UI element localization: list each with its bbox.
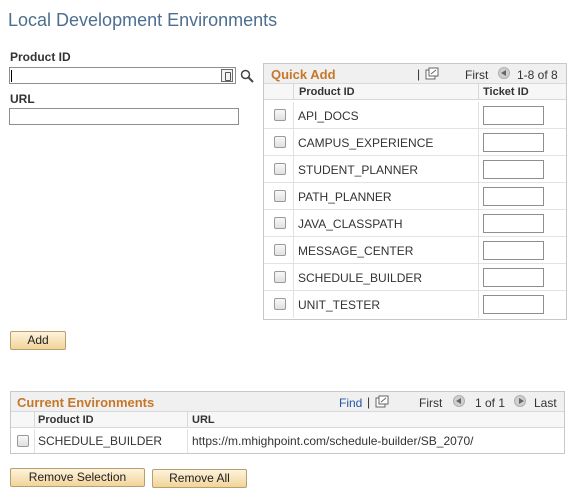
column-divider <box>34 429 35 453</box>
url-cell: https://m.mhighpoint.com/schedule-builde… <box>192 434 474 448</box>
product-id-cell: CAMPUS_EXPERIENCE <box>298 136 434 150</box>
ticket-id-input[interactable] <box>483 295 544 314</box>
table-row: API_DOCS <box>264 102 566 129</box>
column-divider <box>293 210 294 236</box>
url-label: URL <box>10 92 35 106</box>
product-id-cell: JAVA_CLASSPATH <box>298 217 403 231</box>
column-divider <box>478 264 479 290</box>
find-link[interactable]: Find <box>339 396 362 410</box>
current-environments-grid: Current Environments Find | First 1 of 1… <box>10 391 565 454</box>
row-checkbox[interactable] <box>274 217 286 229</box>
product-id-cell: MESSAGE_CENTER <box>298 244 414 258</box>
row-checkbox[interactable] <box>274 163 286 175</box>
nav-last[interactable]: Last <box>534 396 557 410</box>
table-row: UNIT_TESTER <box>264 291 566 318</box>
column-divider <box>478 291 479 318</box>
column-header-ticket-id: Ticket ID <box>483 86 529 98</box>
remove-all-button[interactable]: Remove All <box>152 469 247 488</box>
table-row: CAMPUS_EXPERIENCE <box>264 129 566 156</box>
nav-range: 1 of 1 <box>475 396 506 410</box>
nav-separator: | <box>367 395 371 409</box>
column-header-product-id: Product ID <box>299 86 355 98</box>
lookup-icon[interactable] <box>221 69 233 82</box>
nav-first[interactable]: First <box>419 396 442 410</box>
table-row: MESSAGE_CENTER <box>264 237 566 264</box>
column-divider <box>293 156 294 182</box>
nav-previous-icon[interactable] <box>498 67 510 79</box>
column-divider <box>293 291 294 318</box>
nav-next-icon[interactable] <box>514 395 526 407</box>
column-divider <box>478 210 479 236</box>
row-checkbox[interactable] <box>274 244 286 256</box>
column-divider <box>478 156 479 182</box>
nav-range: 1-8 of 8 <box>517 68 558 82</box>
product-id-cell: UNIT_TESTER <box>298 298 381 312</box>
column-header-url: URL <box>192 414 215 426</box>
column-divider <box>478 183 479 209</box>
ticket-id-input[interactable] <box>483 133 544 152</box>
url-input[interactable] <box>9 108 239 125</box>
quick-add-grid: Quick Add | First 1-8 of 8 Product ID Ti… <box>263 63 567 320</box>
column-divider <box>34 412 35 427</box>
product-id-cell: SCHEDULE_BUILDER <box>298 271 423 285</box>
row-checkbox[interactable] <box>274 298 286 310</box>
text-cursor <box>11 70 12 82</box>
quick-add-title: Quick Add <box>271 67 336 82</box>
product-id-label: Product ID <box>10 50 71 64</box>
column-divider <box>478 237 479 263</box>
product-id-cell: PATH_PLANNER <box>298 190 392 204</box>
quick-add-header: Quick Add | First 1-8 of 8 <box>264 64 566 84</box>
column-divider <box>293 102 294 128</box>
product-id-cell: SCHEDULE_BUILDER <box>38 434 163 448</box>
column-divider <box>478 84 479 99</box>
table-row: SCHEDULE_BUILDER https://m.mhighpoint.co… <box>11 429 564 453</box>
column-divider <box>293 183 294 209</box>
ticket-id-input[interactable] <box>483 214 544 233</box>
current-environments-title: Current Environments <box>17 395 155 410</box>
nav-separator: | <box>417 67 421 81</box>
ticket-id-input[interactable] <box>483 187 544 206</box>
product-id-input[interactable] <box>9 67 236 84</box>
nav-first[interactable]: First <box>465 68 488 82</box>
column-divider <box>187 429 188 453</box>
product-id-cell: STUDENT_PLANNER <box>298 163 419 177</box>
page-title: Local Development Environments <box>8 10 278 30</box>
column-divider <box>293 84 294 99</box>
column-divider <box>478 129 479 155</box>
column-divider <box>293 237 294 263</box>
nav-previous-icon[interactable] <box>453 395 465 407</box>
current-environments-column-headers: Product ID URL <box>11 412 564 428</box>
ticket-id-input[interactable] <box>483 160 544 179</box>
column-divider <box>478 102 479 128</box>
row-checkbox[interactable] <box>274 271 286 283</box>
ticket-id-input[interactable] <box>483 106 544 125</box>
table-row: JAVA_CLASSPATH <box>264 210 566 237</box>
column-header-product-id: Product ID <box>38 414 94 426</box>
ticket-id-input[interactable] <box>483 268 544 287</box>
remove-selection-button[interactable]: Remove Selection <box>10 468 145 487</box>
row-checkbox[interactable] <box>274 136 286 148</box>
table-row: STUDENT_PLANNER <box>264 156 566 183</box>
product-id-cell: API_DOCS <box>298 109 359 123</box>
quick-add-column-headers: Product ID Ticket ID <box>264 84 566 100</box>
column-divider <box>293 264 294 290</box>
add-button[interactable]: Add <box>10 331 66 350</box>
row-checkbox[interactable] <box>17 435 29 447</box>
search-icon[interactable] <box>240 69 254 83</box>
column-divider <box>293 129 294 155</box>
ticket-id-input[interactable] <box>483 241 544 260</box>
popout-icon[interactable] <box>425 67 439 80</box>
column-divider <box>187 412 188 427</box>
row-checkbox[interactable] <box>274 190 286 202</box>
table-row: PATH_PLANNER <box>264 183 566 210</box>
popout-icon[interactable] <box>375 395 389 408</box>
row-checkbox[interactable] <box>274 109 286 121</box>
table-row: SCHEDULE_BUILDER <box>264 264 566 291</box>
current-environments-header: Current Environments Find | First 1 of 1… <box>11 392 564 412</box>
